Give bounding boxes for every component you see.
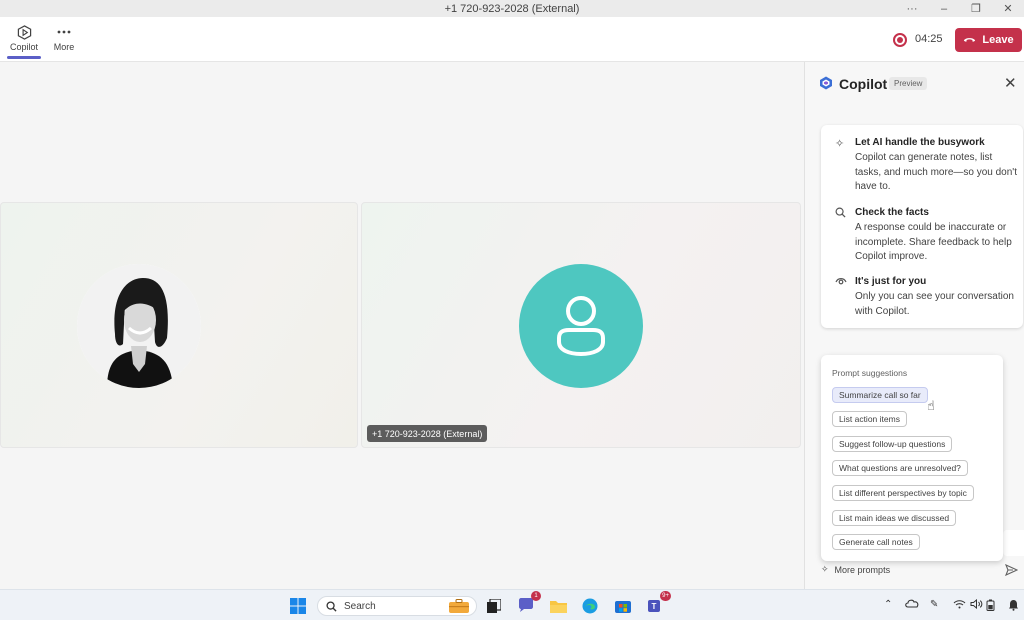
info-text: Only you can see your conversation with …	[855, 291, 1014, 317]
wifi-icon[interactable]	[953, 599, 966, 612]
edge-browser-icon[interactable]	[580, 596, 600, 615]
search-icon	[326, 600, 337, 612]
more-prompts-label: More prompts	[834, 564, 891, 575]
restore-button[interactable]: ❐	[960, 2, 992, 15]
copilot-info-card: ✧ Let AI handle the busywork Copilot can…	[821, 125, 1023, 328]
copilot-button[interactable]: Copilot	[6, 22, 42, 52]
prompt-chip[interactable]: Summarize call so far	[832, 387, 928, 403]
file-explorer-icon[interactable]	[548, 596, 568, 615]
search-label: Search	[344, 600, 376, 612]
search-check-icon	[835, 207, 849, 221]
more-button-label: More	[53, 42, 75, 52]
phone-hangup-icon	[963, 34, 976, 46]
compose-box-edge[interactable]	[1003, 530, 1024, 556]
prompt-suggestions-title: Prompt suggestions	[832, 368, 908, 378]
volume-icon[interactable]	[970, 598, 983, 612]
window-controls: ··· – ❐ ✕	[896, 0, 1024, 17]
svg-text:T: T	[651, 602, 656, 611]
prompt-suggestions-card: Prompt suggestions Summarize call so far…	[821, 355, 1003, 561]
meeting-stage: +1 720-923-2028 (External)	[0, 62, 804, 589]
participant-photo-avatar	[77, 264, 201, 388]
generic-person-avatar	[519, 264, 643, 388]
send-icon[interactable]	[1004, 563, 1019, 579]
chevron-up-icon[interactable]: ⌃	[884, 599, 892, 610]
preview-badge: Preview	[889, 77, 928, 90]
copilot-panel: Copilot Preview ✕ ✧ Let AI handle the bu…	[804, 62, 1024, 589]
leave-button-label: Leave	[982, 34, 1014, 46]
os-taskbar: Search 1 T 9+ ⌃ ✎	[0, 589, 1024, 620]
pen-icon[interactable]: ✎	[930, 599, 938, 610]
eye-icon	[835, 276, 849, 288]
sparkle-icon: ✧	[835, 138, 845, 150]
copilot-title: Copilot	[839, 76, 888, 92]
prompt-chip[interactable]: Suggest follow-up questions	[832, 436, 953, 452]
window-title: +1 720-923-2028 (External)	[444, 2, 580, 15]
task-view-icon[interactable]	[485, 596, 503, 615]
leave-button[interactable]: Leave	[955, 28, 1022, 52]
chat-notification-badge: 1	[531, 591, 541, 601]
recording-icon	[893, 33, 907, 47]
meeting-toolbar: Copilot More 04:25 Leave	[0, 17, 1024, 62]
info-text: Copilot can generate notes, list tasks, …	[855, 152, 1017, 192]
teams-app-icon[interactable]: T 9+	[646, 591, 671, 615]
close-panel-icon[interactable]: ✕	[1004, 74, 1017, 92]
copilot-button-label: Copilot	[9, 42, 38, 52]
info-title: Check the facts	[855, 207, 929, 218]
more-button[interactable]: More	[46, 22, 82, 52]
windows-start-icon[interactable]	[288, 596, 308, 615]
participant-tile-external[interactable]: +1 720-923-2028 (External)	[361, 202, 801, 448]
ellipsis-icon	[57, 22, 71, 42]
more-prompts-button[interactable]: ✧ More prompts	[821, 564, 890, 575]
prompt-chip[interactable]: List main ideas we discussed	[832, 510, 957, 526]
mouse-pointer-icon: ☝	[927, 398, 935, 413]
participant-name-tag: +1 720-923-2028 (External)	[367, 425, 488, 442]
copilot-toolbar-icon	[17, 22, 32, 42]
prompt-chip[interactable]: List different perspectives by topic	[832, 485, 974, 501]
close-button[interactable]: ✕	[992, 2, 1024, 15]
store-icon[interactable]	[613, 596, 633, 615]
info-text: A response could be inaccurate or incomp…	[855, 222, 1012, 262]
info-title: It's just for you	[855, 276, 927, 287]
battery-icon[interactable]	[986, 599, 995, 614]
more-options-icon[interactable]: ···	[896, 3, 928, 15]
notification-bell-icon[interactable]	[1008, 599, 1019, 614]
taskbar-search[interactable]: Search	[317, 596, 477, 616]
prompt-chip[interactable]: Generate call notes	[832, 534, 920, 550]
call-timer: 04:25	[915, 33, 943, 45]
chat-app-icon[interactable]: 1	[516, 591, 541, 615]
teams-notification-badge: 9+	[660, 591, 671, 601]
prompt-chip[interactable]: List action items	[832, 411, 907, 427]
prompt-chip[interactable]: What questions are unresolved?	[832, 460, 968, 476]
person-icon	[557, 296, 605, 357]
sparkle-icon: ✧	[821, 564, 829, 574]
copilot-logo-icon	[819, 76, 833, 90]
active-tab-indicator	[7, 56, 41, 59]
info-title: Let AI handle the busywork	[855, 137, 985, 148]
onedrive-icon[interactable]	[905, 599, 919, 611]
briefcase-icon	[448, 599, 470, 617]
minimize-button[interactable]: –	[928, 3, 960, 15]
participant-tile-self[interactable]	[0, 202, 358, 448]
window-title-bar: +1 720-923-2028 (External) ··· – ❐ ✕	[0, 0, 1024, 17]
